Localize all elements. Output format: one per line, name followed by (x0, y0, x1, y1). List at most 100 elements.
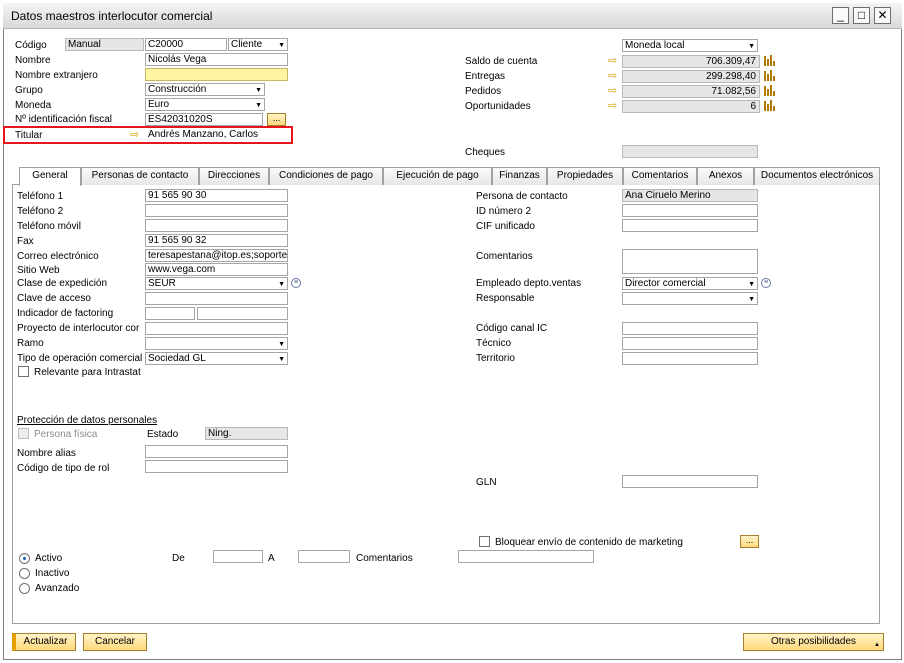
saldo-link-arrow-icon[interactable]: ⇨ (608, 56, 620, 67)
tab-label: Documentos electrónicos (760, 170, 874, 181)
tab-comentarios[interactable]: Comentarios (623, 167, 697, 185)
nif-field[interactable]: ES42031020S (145, 113, 263, 126)
nombre-extranjero-field[interactable] (145, 68, 288, 81)
comentarios2-field[interactable] (458, 550, 594, 563)
bloquear-checkbox[interactable] (479, 536, 490, 547)
tab-anexos[interactable]: Anexos (697, 167, 754, 185)
close-icon[interactable]: ✕ (874, 7, 891, 24)
grupo-select[interactable]: Construcción (145, 83, 265, 96)
activo-radio[interactable] (19, 553, 30, 564)
pedidos-link-arrow-icon[interactable]: ⇨ (608, 86, 620, 97)
telefono2-label: Teléfono 2 (17, 206, 64, 217)
persona-contacto-label: Persona de contacto (476, 191, 568, 202)
a-field[interactable] (298, 550, 350, 563)
persona-contacto-field: Ana Ciruelo Merino (622, 189, 758, 202)
tab-label: Comentarios (631, 170, 689, 181)
correo-label: Correo electrónico (17, 251, 99, 262)
telefono-movil-field[interactable] (145, 219, 288, 232)
tab-label: Personas de contacto (91, 170, 189, 181)
codigo-series-field[interactable]: Manual (65, 38, 144, 51)
tipo-operacion-select[interactable]: Sociedad GL (145, 352, 288, 365)
cheques-field (622, 145, 758, 158)
id2-label: ID número 2 (476, 206, 532, 217)
tab-label: Finanzas (499, 170, 540, 181)
comentarios-field[interactable] (622, 249, 758, 274)
proyecto-field[interactable] (145, 322, 288, 335)
tab-condiciones-pago[interactable]: Condiciones de pago (269, 167, 383, 185)
saldo-chart-icon[interactable] (764, 54, 776, 66)
titular-field[interactable]: Andrés Manzano, Carlos (145, 128, 288, 141)
inactivo-radio[interactable] (19, 568, 30, 579)
intrastat-checkbox[interactable] (18, 366, 29, 377)
minimize-icon[interactable]: _ (832, 7, 849, 24)
correo-field[interactable]: teresapestana@itop.es;soporte@ (145, 249, 288, 262)
entregas-chart-icon[interactable] (764, 69, 776, 81)
nombre-alias-label: Nombre alias (17, 448, 76, 459)
territorio-field[interactable] (622, 352, 758, 365)
entregas-field: 299.298,40 (622, 70, 760, 83)
currency-mode-select[interactable]: Moneda local (622, 39, 758, 52)
factoring-field-1[interactable] (145, 307, 195, 320)
oportunidades-chart-icon[interactable] (764, 99, 776, 111)
proteccion-heading: Protección de datos personales (17, 415, 158, 426)
gln-label: GLN (476, 477, 497, 488)
proyecto-label: Proyecto de interlocutor cor (17, 323, 140, 334)
avanzado-radio[interactable] (19, 583, 30, 594)
bloquear-button[interactable]: ... (740, 535, 759, 548)
empleado-select[interactable]: Director comercial (622, 277, 758, 290)
tab-direcciones[interactable]: Direcciones (199, 167, 269, 185)
codigo-label: Código (15, 40, 47, 51)
intrastat-label: Relevante para Intrastat (34, 367, 141, 378)
clave-acceso-field[interactable] (145, 292, 288, 305)
ramo-select[interactable] (145, 337, 288, 350)
empleado-info-icon[interactable]: ≡ (761, 278, 771, 288)
nombre-field[interactable]: Nicolás Vega (145, 53, 288, 66)
tab-personas-contacto[interactable]: Personas de contacto (81, 167, 199, 185)
cheques-label: Cheques (465, 147, 506, 158)
a-label: A (268, 553, 275, 564)
tab-finanzas[interactable]: Finanzas (492, 167, 547, 185)
tecnico-field[interactable] (622, 337, 758, 350)
otras-posibilidades-button[interactable]: Otras posibilidades ▲ (743, 633, 884, 651)
otras-posibilidades-label: Otras posibilidades (770, 636, 857, 647)
actualizar-button[interactable]: Actualizar (12, 633, 76, 651)
tipo-operacion-label: Tipo de operación comercial (17, 353, 143, 364)
canal-label: Código canal IC (476, 323, 548, 334)
id2-field[interactable] (622, 204, 758, 217)
gln-field[interactable] (622, 475, 758, 488)
fax-field[interactable]: 91 565 90 32 (145, 234, 288, 247)
telefono1-field[interactable]: 91 565 90 30 (145, 189, 288, 202)
responsable-select[interactable] (622, 292, 758, 305)
clase-expedicion-info-icon[interactable]: ≡ (291, 278, 301, 288)
nif-label: Nº identificación fiscal (15, 114, 113, 125)
tab-documentos-electronicos[interactable]: Documentos electrónicos (754, 167, 880, 185)
titular-link-arrow-icon[interactable]: ⇨ (130, 130, 142, 141)
cancelar-button[interactable]: Cancelar (83, 633, 147, 651)
de-field[interactable] (213, 550, 263, 563)
maximize-icon[interactable]: □ (853, 7, 870, 24)
nif-lookup-button[interactable]: ... (267, 113, 286, 126)
canal-field[interactable] (622, 322, 758, 335)
codigo-rol-label: Código de tipo de rol (17, 463, 110, 474)
factoring-field-2[interactable] (197, 307, 288, 320)
entregas-link-arrow-icon[interactable]: ⇨ (608, 71, 620, 82)
sitio-web-field[interactable]: www.vega.com (145, 263, 288, 276)
codigo-field[interactable]: C20000 (145, 38, 227, 51)
pedidos-chart-icon[interactable] (764, 84, 776, 96)
saldo-label: Saldo de cuenta (465, 56, 538, 67)
tab-propiedades[interactable]: Propiedades (547, 167, 623, 185)
clase-expedicion-select[interactable]: SEUR (145, 277, 288, 290)
dropdown-arrow-icon: ▲ (874, 642, 880, 648)
codigo-rol-field[interactable] (145, 460, 288, 473)
tab-ejecucion-pago[interactable]: Ejecución de pago (383, 167, 492, 185)
pedidos-label: Pedidos (465, 86, 502, 97)
bloquear-label: Bloquear envío de contenido de marketing (495, 537, 683, 548)
moneda-select[interactable]: Euro (145, 98, 265, 111)
codigo-type-select[interactable]: Cliente (228, 38, 288, 51)
cif-field[interactable] (622, 219, 758, 232)
telefono2-field[interactable] (145, 204, 288, 217)
nombre-alias-field[interactable] (145, 445, 288, 458)
entregas-label: Entregas (465, 71, 506, 82)
oportunidades-link-arrow-icon[interactable]: ⇨ (608, 101, 620, 112)
persona-fisica-checkbox[interactable] (18, 428, 29, 439)
